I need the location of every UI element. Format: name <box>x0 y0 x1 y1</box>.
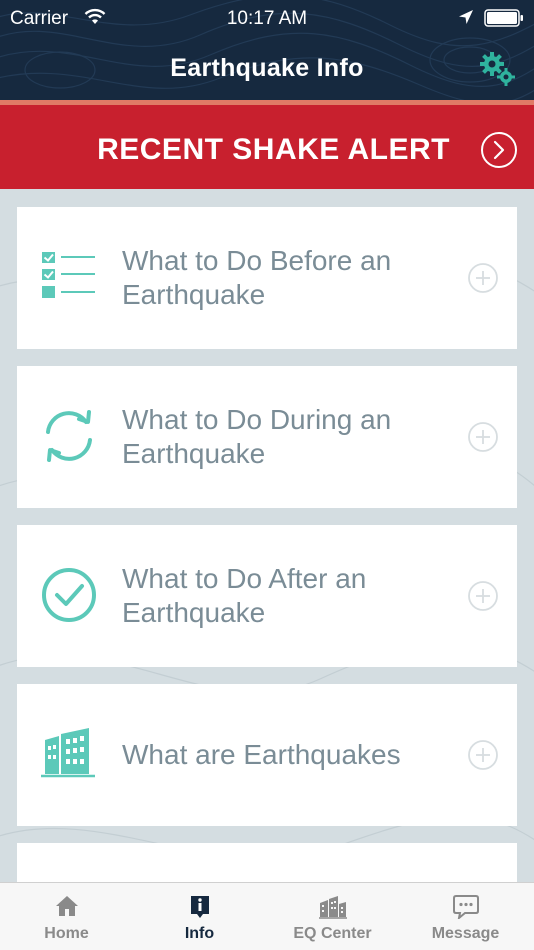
carrier-label: Carrier <box>10 8 69 29</box>
card-after-earthquake[interactable]: What to Do After an Earthquake <box>17 525 517 667</box>
tab-bar: Home Info EQ Center Message <box>0 882 534 950</box>
card-partial[interactable] <box>17 843 517 882</box>
status-bar: Carrier 10:17 AM <box>0 0 534 38</box>
card-label: What to Do After an Earthquake <box>122 563 367 628</box>
battery-icon <box>484 9 523 27</box>
page-title: Earthquake Info <box>170 54 364 82</box>
expand-plus-icon[interactable] <box>467 421 499 453</box>
checklist-icon <box>42 252 95 298</box>
alert-label: RECENT SHAKE ALERT <box>97 133 450 166</box>
tab-message[interactable]: Message <box>399 883 532 950</box>
city-buildings-icon <box>318 896 347 919</box>
expand-plus-icon[interactable] <box>467 739 499 771</box>
refresh-cycle-icon <box>46 410 92 462</box>
status-time: 10:17 AM <box>226 8 308 29</box>
tab-eq-center[interactable]: EQ Center <box>266 883 399 950</box>
tab-label: EQ Center <box>293 925 372 942</box>
card-label: What to Do Before an Earthquake <box>122 245 392 310</box>
expand-plus-icon[interactable] <box>467 262 499 294</box>
chat-bubble-icon <box>452 895 479 919</box>
recent-shake-alert-banner[interactable]: RECENT SHAKE ALERT <box>0 105 534 189</box>
card-during-earthquake[interactable]: What to Do During an Earthquake <box>17 366 517 508</box>
card-label: What are Earthquakes <box>122 739 401 770</box>
house-icon <box>55 896 78 916</box>
wifi-icon <box>84 8 106 24</box>
info-list[interactable]: What to Do Before an Earthquake What to … <box>0 189 534 882</box>
check-circle-icon <box>42 568 96 622</box>
gears-icon[interactable] <box>478 50 518 90</box>
card-label: What to Do During an Earthquake <box>122 404 392 469</box>
tab-label: Home <box>44 925 89 942</box>
tab-home[interactable]: Home <box>0 883 133 950</box>
card-before-earthquake[interactable]: What to Do Before an Earthquake <box>17 207 517 349</box>
tab-label: Message <box>431 925 500 942</box>
buildings-icon <box>41 728 95 778</box>
card-what-are-earthquakes[interactable]: What are Earthquakes <box>17 684 517 826</box>
location-arrow-icon <box>459 10 473 24</box>
tab-info[interactable]: Info <box>133 883 266 950</box>
app-header: Carrier 10:17 AM Earthquake Info <box>0 0 534 100</box>
tab-label: Info <box>184 925 215 942</box>
info-icon <box>190 896 209 918</box>
expand-plus-icon[interactable] <box>467 580 499 612</box>
chevron-right-circle-icon <box>481 132 517 168</box>
